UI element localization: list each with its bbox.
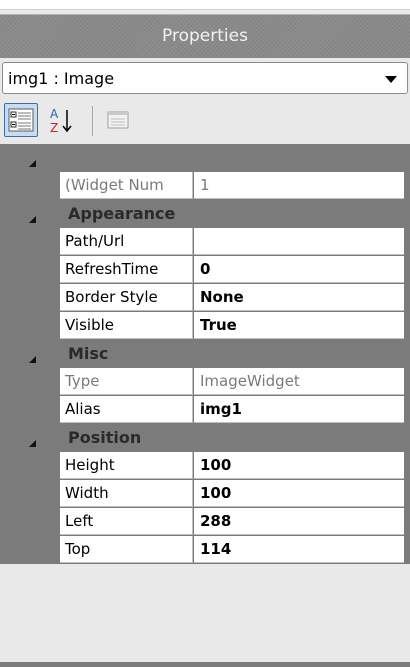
property-value: ImageWidget [194,368,404,395]
property-row[interactable]: Top 114 [0,536,410,564]
property-row[interactable]: RefreshTime 0 [0,256,410,284]
property-name[interactable]: (Widget Num [60,172,193,199]
property-value: 1 [194,172,404,199]
property-value[interactable]: True [194,312,404,339]
svg-text:A: A [50,107,59,121]
collapse-triangle-icon[interactable] [28,209,37,223]
property-name[interactable]: RefreshTime [60,256,193,283]
property-value[interactable]: 288 [194,508,404,535]
alphabetical-sort-button[interactable]: A Z [46,103,78,137]
object-selector-dropdown[interactable]: img1 : Image [2,62,408,94]
property-name[interactable]: Path/Url [60,228,193,255]
property-name[interactable]: Type [60,368,193,395]
collapse-triangle-icon[interactable] [28,349,37,363]
properties-panel: Properties img1 : Image A Z (Widget Num … [0,0,410,667]
categorized-icon [8,108,34,132]
property-row[interactable]: Path/Url [0,228,410,256]
property-pages-icon [107,111,129,129]
property-name[interactable]: Width [60,480,193,507]
property-name[interactable]: Alias [60,396,193,423]
svg-text:Z: Z [50,121,58,135]
object-selector-value: img1 : Image [8,69,115,88]
property-name[interactable]: Top [60,536,193,563]
property-row[interactable]: Visible True [0,312,410,340]
property-row[interactable]: Width 100 [0,480,410,508]
property-row[interactable]: Height 100 [0,452,410,480]
top-strip [0,0,410,10]
category-row[interactable]: Appearance [0,200,410,228]
collapse-triangle-icon[interactable] [28,153,37,167]
property-row[interactable]: Type ImageWidget [0,368,410,396]
toolbar-separator [92,106,93,136]
properties-toolbar: A Z [0,100,410,144]
property-name[interactable]: Visible [60,312,193,339]
property-value[interactable]: 0 [194,256,404,283]
property-value[interactable]: 100 [194,452,404,479]
property-row[interactable]: Alias img1 [0,396,410,424]
property-row[interactable]: Border Style None [0,284,410,312]
category-label: Position [68,428,142,447]
alphabetical-sort-icon: A Z [50,107,72,135]
property-row[interactable]: Left 288 [0,508,410,536]
category-label: Misc [68,344,109,363]
collapse-triangle-icon[interactable] [28,433,37,447]
grid-bottom [0,662,410,667]
property-value[interactable] [194,228,404,255]
property-value[interactable]: None [194,284,404,311]
category-label: Appearance [68,204,176,223]
property-row[interactable]: (Widget Num 1 [0,172,410,200]
dropdown-arrow-icon[interactable] [385,76,397,83]
property-value[interactable]: img1 [194,396,404,423]
property-name[interactable]: Height [60,452,193,479]
property-name[interactable]: Border Style [60,284,193,311]
category-row[interactable]: Misc [0,340,410,368]
panel-title-bar: Properties [0,14,410,58]
property-value[interactable]: 100 [194,480,404,507]
property-value[interactable]: 114 [194,536,404,563]
category-row[interactable] [0,144,410,172]
panel-title: Properties [162,26,248,46]
property-pages-button[interactable] [102,103,136,137]
categorized-button[interactable] [4,103,38,137]
category-row[interactable]: Position [0,424,410,452]
property-name[interactable]: Left [60,508,193,535]
